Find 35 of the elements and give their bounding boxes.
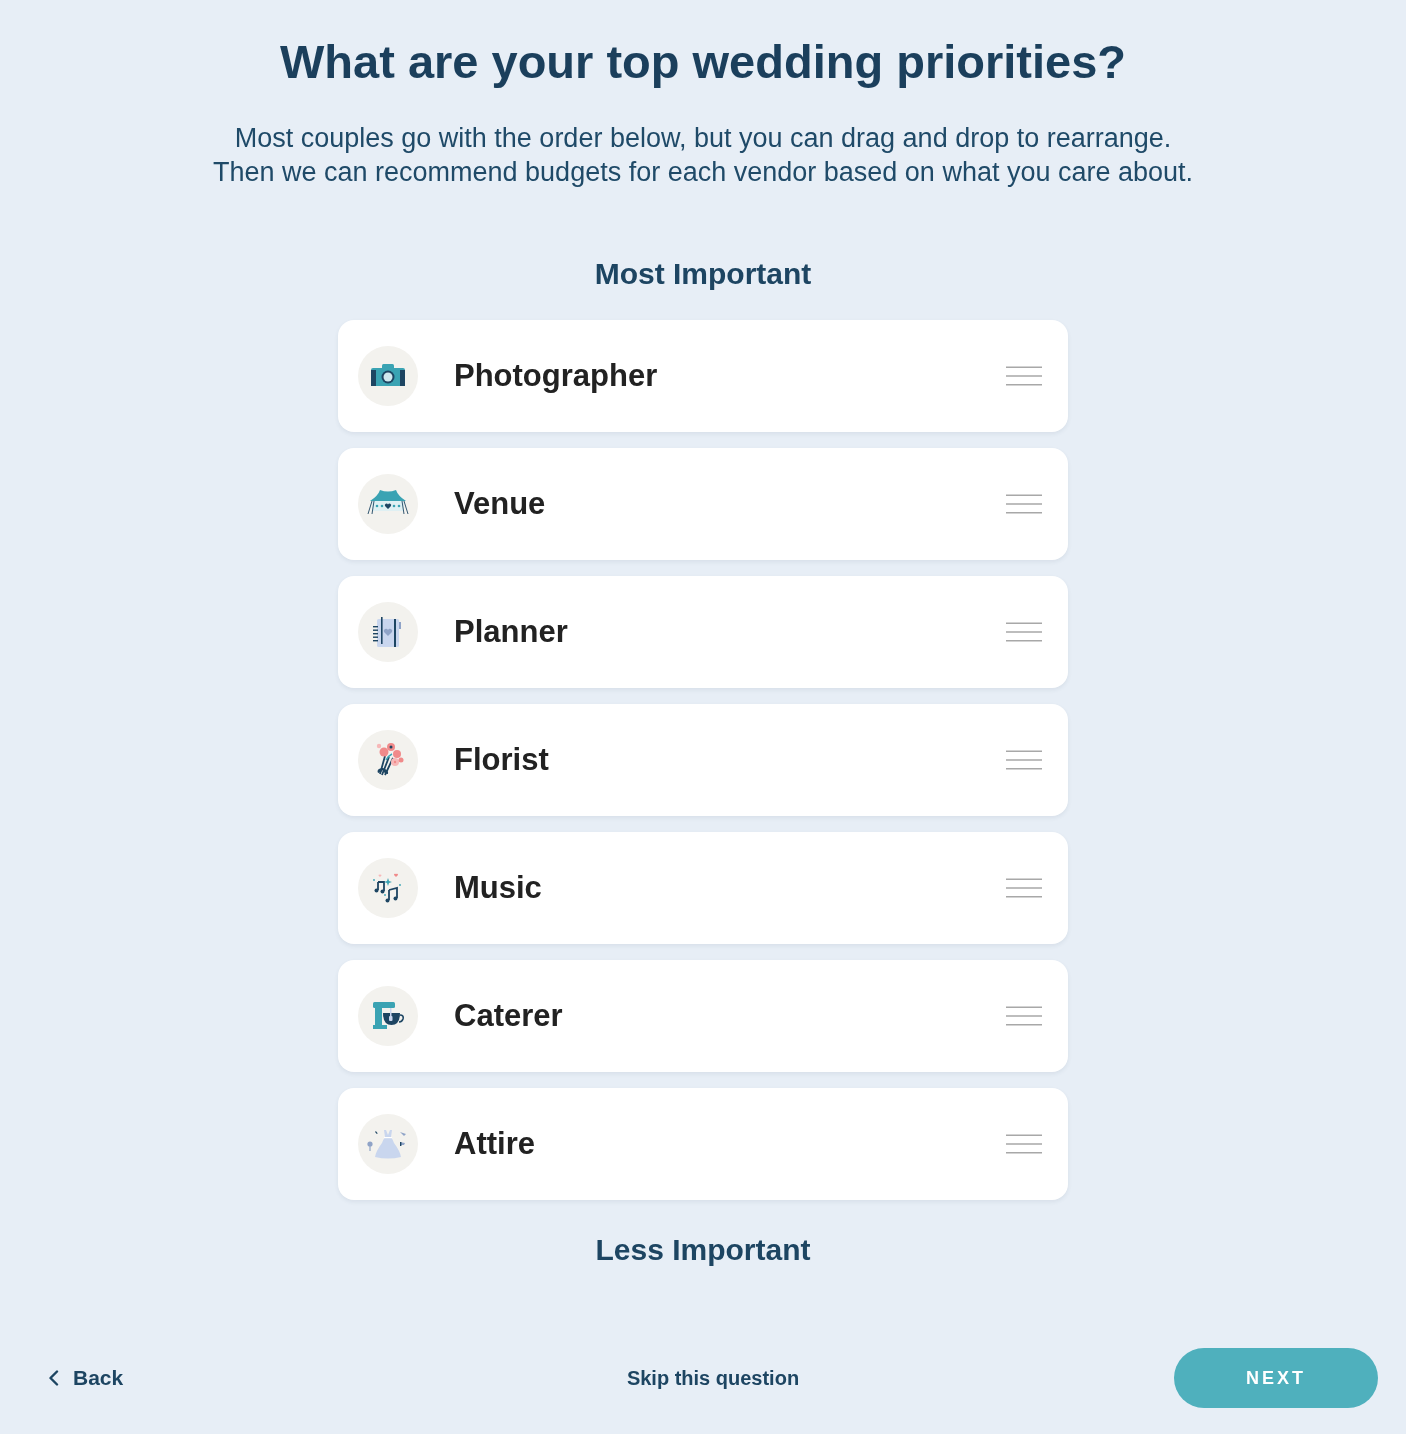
vendor-card[interactable]: Florist xyxy=(338,704,1068,816)
vendor-card[interactable]: Venue xyxy=(338,448,1068,560)
less-important-label: Less Important xyxy=(595,1232,811,1268)
camera-icon xyxy=(358,346,418,406)
drag-handle-icon[interactable] xyxy=(1006,494,1042,514)
vendor-label: Photographer xyxy=(454,358,659,394)
chevron-left-icon xyxy=(48,1370,59,1386)
dress-icon xyxy=(358,1114,418,1174)
music-notes-icon xyxy=(358,858,418,918)
vendor-label: Caterer xyxy=(454,998,564,1034)
drag-handle-icon[interactable] xyxy=(1006,366,1042,386)
vendor-card[interactable]: Planner xyxy=(338,576,1068,688)
vendor-label: Planner xyxy=(454,614,569,650)
vendor-label: Attire xyxy=(454,1126,536,1162)
vendor-card[interactable]: Music xyxy=(338,832,1068,944)
drag-handle-icon[interactable] xyxy=(1006,750,1042,770)
drag-handle-icon[interactable] xyxy=(1006,878,1042,898)
stand-mixer-icon xyxy=(358,986,418,1046)
back-button[interactable]: Back xyxy=(48,1366,124,1390)
intro-text: Most couples go with the order below, but you can drag and drop to rearrange. Then we can recommend budgets for each vendor based on what you care about. xyxy=(212,122,1194,189)
page-title: What are your top wedding priorities? xyxy=(279,34,1126,89)
vendor-label: Florist xyxy=(454,742,550,778)
tent-icon xyxy=(358,474,418,534)
vendor-label: Venue xyxy=(454,486,547,522)
skip-question-link[interactable]: Skip this question xyxy=(626,1366,800,1390)
notebook-icon xyxy=(358,602,418,662)
most-important-label: Most Important xyxy=(594,256,812,292)
bouquet-icon xyxy=(358,730,418,790)
vendor-card[interactable]: Caterer xyxy=(338,960,1068,1072)
vendor-card[interactable]: Attire xyxy=(338,1088,1068,1200)
drag-handle-icon[interactable] xyxy=(1006,1006,1042,1026)
drag-handle-icon[interactable] xyxy=(1006,622,1042,642)
drag-handle-icon[interactable] xyxy=(1006,1134,1042,1154)
vendor-card[interactable]: Photographer xyxy=(338,320,1068,432)
vendor-label: Music xyxy=(454,870,543,906)
